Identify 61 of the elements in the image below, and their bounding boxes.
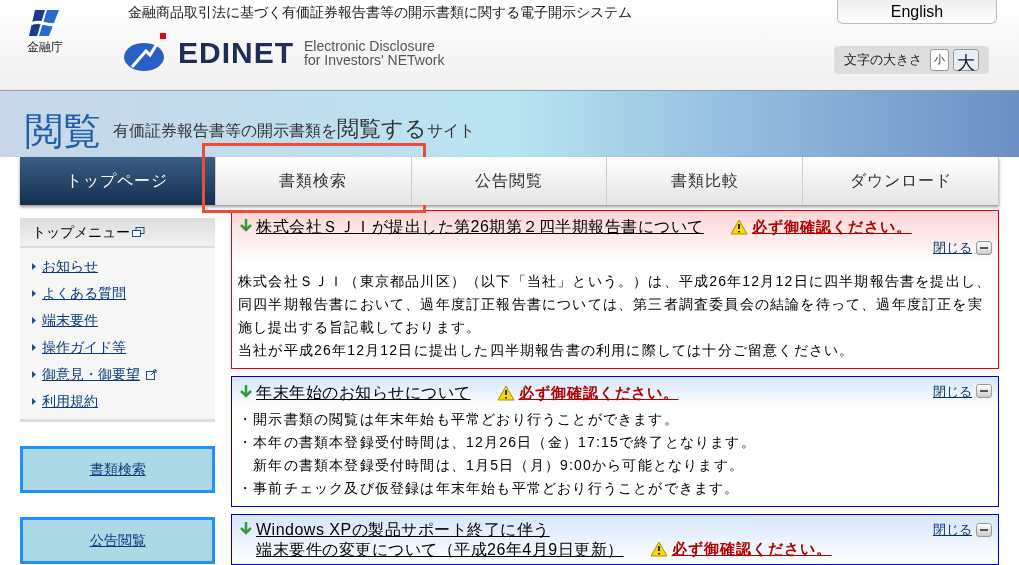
close-link[interactable]: 閉じる xyxy=(933,520,972,540)
language-tab[interactable]: English xyxy=(837,0,997,24)
close-link[interactable]: 閉じる xyxy=(933,381,972,401)
font-size-label: 文字の大きさ xyxy=(844,50,922,69)
menu-link[interactable]: 操作ガイド等 xyxy=(42,337,126,357)
agency-name: 金融庁 xyxy=(27,39,63,56)
notice-title-link[interactable]: 株式会社ＳＪＩが提出した第26期第２四半期報告書について xyxy=(256,217,704,238)
notice-text: ・本年の書類本登録受付時間は、12月26日（金）17:15で終了となります。 xyxy=(238,433,757,452)
bullet-icon xyxy=(32,343,36,351)
menu-link[interactable]: 端末要件 xyxy=(42,310,98,330)
sidebar-button[interactable]: 書類検索 xyxy=(20,446,215,493)
warning-icon xyxy=(649,540,668,557)
notice-text: ・事前チェック及び仮登録は年末年始も平常どおり行うことができます。 xyxy=(238,479,741,498)
banner-slogan: 有価証券報告書等の開示書類を閲覧するサイト xyxy=(113,114,475,143)
collapse-button[interactable] xyxy=(976,522,992,537)
nav-tab[interactable]: ダウンロード xyxy=(803,157,999,205)
menu-link[interactable]: 利用規約 xyxy=(42,391,98,411)
notice-title-link[interactable]: 年末年始のお知らせについて xyxy=(256,382,471,403)
sidebar-button[interactable]: 公告閲覧 xyxy=(20,517,215,564)
minus-icon xyxy=(980,528,988,531)
close-link[interactable]: 閉じる xyxy=(933,238,972,258)
banner-title: 閲覧 xyxy=(25,111,101,151)
collapse-button[interactable] xyxy=(976,240,992,255)
bullet-icon xyxy=(32,316,36,324)
menu-link[interactable]: 御意見・御要望 xyxy=(42,364,140,384)
menu-link[interactable]: お知らせ xyxy=(42,256,98,276)
down-arrow-icon xyxy=(238,382,254,399)
logo-subtitle: Electronic Disclosure xyxy=(304,38,436,53)
nav-tab[interactable]: 書類比較 xyxy=(607,157,804,205)
external-link-icon xyxy=(146,368,157,380)
nav-tab[interactable]: 公告閲覧 xyxy=(411,157,608,205)
bullet-icon xyxy=(32,262,36,270)
notice-title-link[interactable]: 端末要件の変更について（平成26年4月9日更新） xyxy=(256,540,624,560)
notice-text: ・開示書類の閲覧は年末年始も平常どおり行うことができます。 xyxy=(238,410,680,429)
tagline: 金融商品取引法に基づく有価証券報告書等の開示書類に関する電子開示システム xyxy=(128,2,632,22)
font-size-button[interactable]: 大 xyxy=(953,48,979,71)
bullet-icon xyxy=(32,397,36,405)
menu-link[interactable]: よくある質問 xyxy=(42,283,126,303)
notice-title-link[interactable]: Windows XPの製品サポート終了に伴う xyxy=(256,520,624,540)
warning-link[interactable]: 必ず御確認ください。 xyxy=(518,381,679,404)
new-window-icon xyxy=(132,226,145,238)
menu-title: トップメニュー xyxy=(32,222,130,242)
notice-text: 当社が平成26年12月12日に提出した四半期報告書の利用に際しては十分ご留意ください。 xyxy=(238,340,856,360)
warning-link[interactable]: 必ず御確認ください。 xyxy=(751,216,912,239)
down-arrow-icon xyxy=(238,520,254,536)
logo-text: EDINET xyxy=(178,35,294,71)
warning-icon xyxy=(496,384,515,401)
collapse-button[interactable] xyxy=(976,384,992,399)
warning-link[interactable]: 必ず御確認ください。 xyxy=(671,537,832,560)
nav-tab[interactable]: トップページ xyxy=(20,157,216,205)
font-size-button[interactable]: 小 xyxy=(930,48,949,71)
bullet-icon xyxy=(32,370,36,378)
notice-text: 株式会社ＳＪＩ（東京都品川区）（以下「当社」という。）は、平成26年12月12日に四半期報告書を提出し、同四半期報告書において、過年度訂正報告書については、第三者調査委員会の結論を待って、過年度訂正を実施し提出する旨記載しております。 xyxy=(238,271,992,337)
bullet-icon xyxy=(32,289,36,297)
minus-icon xyxy=(980,390,988,393)
nav-tab[interactable]: 書類検索 xyxy=(215,157,412,205)
notice-text: 新年の書類本登録受付時間は、1月5日（月）9:00から可能となります。 xyxy=(252,456,746,475)
logo-subtitle: for Investors' NETwork xyxy=(304,52,445,67)
down-arrow-icon xyxy=(238,217,254,234)
warning-icon xyxy=(729,219,748,236)
minus-icon xyxy=(980,246,988,249)
